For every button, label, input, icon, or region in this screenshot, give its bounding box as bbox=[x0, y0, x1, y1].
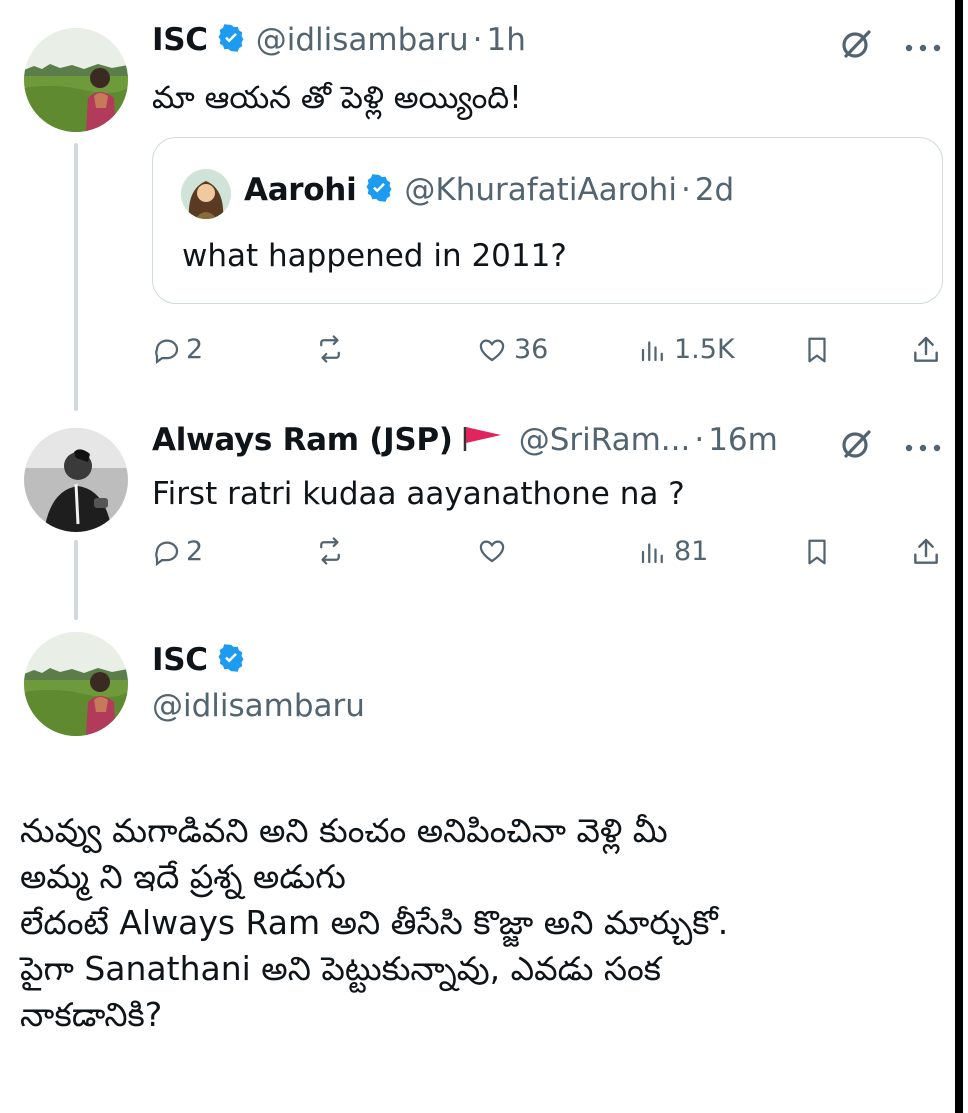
reply-count: 2 bbox=[186, 536, 204, 567]
like-count: 36 bbox=[514, 334, 549, 365]
avatar[interactable] bbox=[24, 428, 128, 532]
quoted-header: Aarohi @KhurafatiAarohi · 2d bbox=[244, 172, 734, 208]
quoted-handle[interactable]: @KhurafatiAarohi bbox=[404, 172, 677, 208]
quoted-tweet[interactable] bbox=[152, 137, 943, 304]
repost-icon bbox=[320, 537, 340, 565]
reply-button[interactable]: 2 bbox=[152, 334, 203, 365]
tweet-text-line: పైగా Sanathani అని పెట్టుకున్నావు, ఎవడు … bbox=[20, 949, 662, 988]
tweet-text: మా ఆయన తో పెళ్లి అయ్యింది! bbox=[152, 80, 522, 116]
tweet-text-line: నాకడానికి? bbox=[20, 995, 163, 1034]
tweet-header: Always Ram (JSP) @SriRam... · 16m bbox=[152, 422, 778, 458]
display-name[interactable]: ISC bbox=[152, 642, 208, 678]
like-button[interactable]: 36 bbox=[476, 334, 548, 365]
tweet-header: ISC bbox=[152, 642, 246, 678]
timestamp[interactable]: 16m bbox=[708, 422, 778, 458]
quoted-text: what happened in 2011? bbox=[182, 238, 567, 274]
display-name[interactable]: ISC bbox=[152, 22, 208, 58]
avatar[interactable] bbox=[24, 632, 128, 736]
bookmark-icon bbox=[808, 337, 826, 363]
reply-button[interactable]: 2 bbox=[152, 536, 203, 567]
tweet-text-line: నువ్వు మగాడివని అని కుంచం అనిపించినా వెళ… bbox=[20, 811, 668, 850]
like-button[interactable] bbox=[476, 536, 508, 566]
tweet-text: నువ్వు మగాడివని అని కుంచం అనిపించినా వెళ… bbox=[20, 808, 940, 1038]
more-options-icon[interactable] bbox=[904, 38, 944, 57]
share-button[interactable] bbox=[910, 536, 942, 568]
heart-icon bbox=[479, 338, 505, 361]
repost-button[interactable] bbox=[314, 536, 346, 566]
flag-icon bbox=[463, 425, 503, 455]
verified-badge-icon bbox=[216, 643, 246, 677]
repost-icon bbox=[320, 335, 340, 363]
share-icon bbox=[914, 538, 938, 564]
views-count: 1.5K bbox=[674, 334, 735, 365]
display-name[interactable]: Always Ram (JSP) bbox=[152, 422, 453, 458]
scrollbar[interactable] bbox=[955, 0, 963, 1113]
views-count: 81 bbox=[674, 536, 709, 567]
heart-icon bbox=[479, 540, 505, 563]
tweet-text: First ratri kudaa aayanathone na ? bbox=[152, 476, 685, 512]
quoted-avatar[interactable] bbox=[181, 169, 231, 219]
repost-button[interactable] bbox=[314, 334, 346, 364]
share-button[interactable] bbox=[910, 334, 942, 366]
quoted-timestamp[interactable]: 2d bbox=[695, 172, 734, 208]
bookmark-icon bbox=[808, 539, 826, 565]
tweet-text-line: అమ్మ ని ఇదే ప్రశ్న అడుగు bbox=[20, 857, 346, 896]
verified-badge-icon bbox=[216, 23, 246, 57]
handle[interactable]: @SriRam... bbox=[519, 422, 691, 458]
timestamp[interactable]: 1h bbox=[487, 22, 526, 58]
reply-icon bbox=[155, 540, 179, 566]
bookmark-button[interactable] bbox=[802, 536, 832, 568]
handle[interactable]: @idlisambaru bbox=[256, 22, 469, 58]
views-button[interactable]: 81 bbox=[638, 536, 708, 567]
avatar[interactable] bbox=[24, 28, 128, 132]
verified-badge-icon bbox=[364, 173, 394, 207]
bookmark-button[interactable] bbox=[802, 334, 832, 366]
reply-count: 2 bbox=[186, 334, 204, 365]
grok-icon[interactable] bbox=[838, 26, 874, 66]
views-icon bbox=[641, 340, 663, 361]
grok-icon[interactable] bbox=[838, 426, 874, 466]
views-button[interactable]: 1.5K bbox=[638, 334, 735, 365]
thread-line bbox=[74, 143, 78, 411]
reply-icon bbox=[155, 338, 179, 364]
share-icon bbox=[914, 336, 938, 362]
separator: · bbox=[694, 422, 705, 458]
separator: · bbox=[472, 22, 483, 58]
more-options-icon[interactable] bbox=[904, 438, 944, 457]
tweet-text-line: లేదంటే Always Ram అని తీసేసి కొజ్జా అని … bbox=[20, 903, 729, 942]
views-icon bbox=[641, 542, 663, 563]
tweet-header: ISC @idlisambaru · 1h bbox=[152, 22, 526, 58]
thread-line bbox=[74, 540, 78, 620]
quoted-display-name[interactable]: Aarohi bbox=[244, 172, 357, 208]
separator: · bbox=[680, 172, 691, 208]
handle[interactable]: @idlisambaru bbox=[152, 688, 365, 724]
